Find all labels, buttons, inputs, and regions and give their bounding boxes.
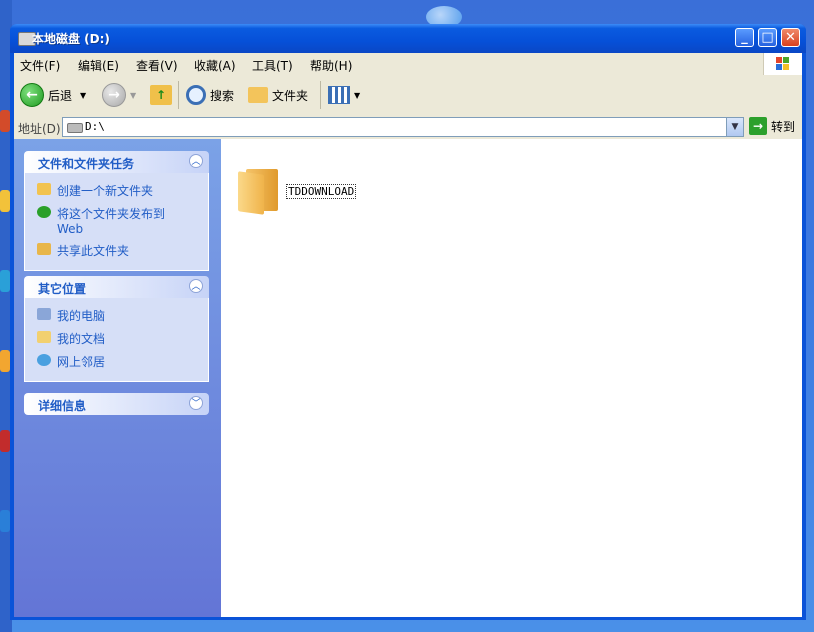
other-places-header[interactable]: 其它位置 ︿	[24, 276, 209, 298]
search-icon	[186, 85, 206, 105]
folders-button[interactable]: 文件夹	[248, 82, 308, 108]
back-button[interactable]: ← 后退 ▼	[20, 82, 86, 108]
share-folder-link[interactable]: 共享此文件夹	[25, 239, 208, 262]
other-places-panel: 其它位置 ︿ 我的电脑 我的文档 网上邻居	[24, 276, 209, 382]
close-button[interactable]: ✕	[781, 28, 800, 47]
menu-file[interactable]: 文件(F)	[20, 57, 60, 74]
expand-icon[interactable]: ﹀	[189, 396, 203, 410]
chevron-down-icon[interactable]: ▼	[130, 91, 136, 100]
menu-tools[interactable]: 工具(T)	[252, 57, 293, 74]
desktop-icon[interactable]	[0, 270, 10, 292]
folder-icon	[248, 87, 268, 103]
panel-title: 文件和文件夹任务	[38, 157, 135, 171]
address-bar: 地址(D) D:\ ▼ → 转到	[14, 115, 802, 140]
details-header[interactable]: 详细信息 ﹀	[24, 393, 209, 415]
go-label: 转到	[771, 119, 796, 134]
desktop-icon[interactable]	[0, 110, 10, 132]
new-folder-icon	[37, 183, 51, 195]
link-label: 创建一个新文件夹	[57, 184, 154, 198]
menu-help[interactable]: 帮助(H)	[310, 57, 352, 74]
folder-name[interactable]: TDDOWNLOAD	[286, 184, 357, 199]
go-arrow-icon: →	[749, 117, 767, 135]
panel-body: 我的电脑 我的文档 网上邻居	[24, 298, 209, 382]
title-bar[interactable]: 本地磁盘 (D:) _ □ ✕	[10, 24, 806, 53]
my-computer-link[interactable]: 我的电脑	[25, 304, 208, 327]
file-tasks-header[interactable]: 文件和文件夹任务 ︿	[24, 151, 209, 173]
documents-icon	[37, 331, 51, 343]
explorer-window: 本地磁盘 (D:) _ □ ✕ 文件(F) 编辑(E) 查看(V) 收藏(A) …	[10, 24, 806, 620]
minimize-button[interactable]: _	[735, 28, 754, 47]
forward-button[interactable]: → ▼	[102, 82, 136, 108]
folders-label: 文件夹	[272, 88, 309, 103]
views-grid-icon	[328, 86, 350, 104]
menu-favorites[interactable]: 收藏(A)	[194, 57, 236, 74]
up-folder-icon: ↑	[150, 85, 172, 105]
window-title: 本地磁盘 (D:)	[32, 32, 110, 46]
address-value: D:\	[85, 120, 105, 133]
details-panel: 详细信息 ﹀	[24, 393, 209, 415]
desktop-icon[interactable]	[0, 510, 10, 532]
network-icon	[37, 354, 51, 366]
main-content: 文件和文件夹任务 ︿ 创建一个新文件夹 将这个文件夹发布到 Web 共享此文件夹	[14, 139, 802, 617]
link-label: 共享此文件夹	[57, 244, 130, 258]
address-label: 地址(D)	[18, 122, 61, 136]
desktop-icon[interactable]	[0, 190, 10, 212]
views-button[interactable]: ▼	[328, 82, 360, 108]
chevron-down-icon: ▼	[354, 90, 361, 100]
collapse-icon[interactable]: ︿	[189, 154, 203, 168]
address-input[interactable]: D:\ ▼	[62, 117, 744, 137]
menu-edit[interactable]: 编辑(E)	[78, 57, 119, 74]
up-folder-button[interactable]: ↑	[150, 82, 172, 108]
panel-body: 创建一个新文件夹 将这个文件夹发布到 Web 共享此文件夹	[24, 173, 209, 271]
network-places-link[interactable]: 网上邻居	[25, 350, 208, 373]
desktop-icon[interactable]	[0, 350, 10, 372]
panel-title: 其它位置	[38, 282, 87, 296]
close-icon: ✕	[785, 30, 796, 45]
toolbar: ← 后退 ▼ → ▼ ↑ 搜索 文件夹 ▼	[14, 75, 802, 116]
link-label: 我的文档	[57, 332, 106, 346]
search-label: 搜索	[210, 88, 235, 103]
file-tasks-panel: 文件和文件夹任务 ︿ 创建一个新文件夹 将这个文件夹发布到 Web 共享此文件夹	[24, 151, 209, 271]
desktop-icon[interactable]	[0, 430, 10, 452]
computer-icon	[37, 308, 51, 320]
new-folder-link[interactable]: 创建一个新文件夹	[25, 179, 208, 202]
publish-web-icon	[37, 206, 51, 218]
task-pane: 文件和文件夹任务 ︿ 创建一个新文件夹 将这个文件夹发布到 Web 共享此文件夹	[14, 139, 221, 617]
menu-view[interactable]: 查看(V)	[136, 57, 178, 74]
chevron-down-icon[interactable]: ▼	[80, 91, 86, 100]
toolbar-divider	[320, 81, 321, 109]
toolbar-divider	[178, 81, 179, 109]
publish-web-link[interactable]: 将这个文件夹发布到 Web	[25, 202, 208, 239]
share-folder-icon	[37, 243, 51, 255]
windows-logo-icon	[763, 53, 802, 75]
menu-bar: 文件(F) 编辑(E) 查看(V) 收藏(A) 工具(T) 帮助(H)	[14, 53, 802, 75]
drive-icon	[67, 123, 83, 133]
minimize-icon: _	[741, 30, 748, 45]
maximize-icon: □	[761, 30, 774, 45]
link-label: 将这个文件夹发布到 Web	[57, 207, 166, 236]
maximize-button[interactable]: □	[758, 28, 777, 47]
panel-title: 详细信息	[38, 399, 87, 413]
link-label: 网上邻居	[57, 355, 106, 369]
collapse-icon[interactable]: ︿	[189, 279, 203, 293]
back-arrow-icon: ←	[20, 83, 44, 107]
back-label: 后退	[48, 88, 73, 103]
go-button[interactable]: → 转到	[749, 117, 795, 135]
forward-arrow-icon: →	[102, 83, 126, 107]
search-button[interactable]: 搜索	[186, 82, 234, 108]
address-dropdown-button[interactable]: ▼	[726, 118, 743, 136]
folder-icon	[238, 169, 280, 215]
link-label: 我的电脑	[57, 309, 106, 323]
my-documents-link[interactable]: 我的文档	[25, 327, 208, 350]
